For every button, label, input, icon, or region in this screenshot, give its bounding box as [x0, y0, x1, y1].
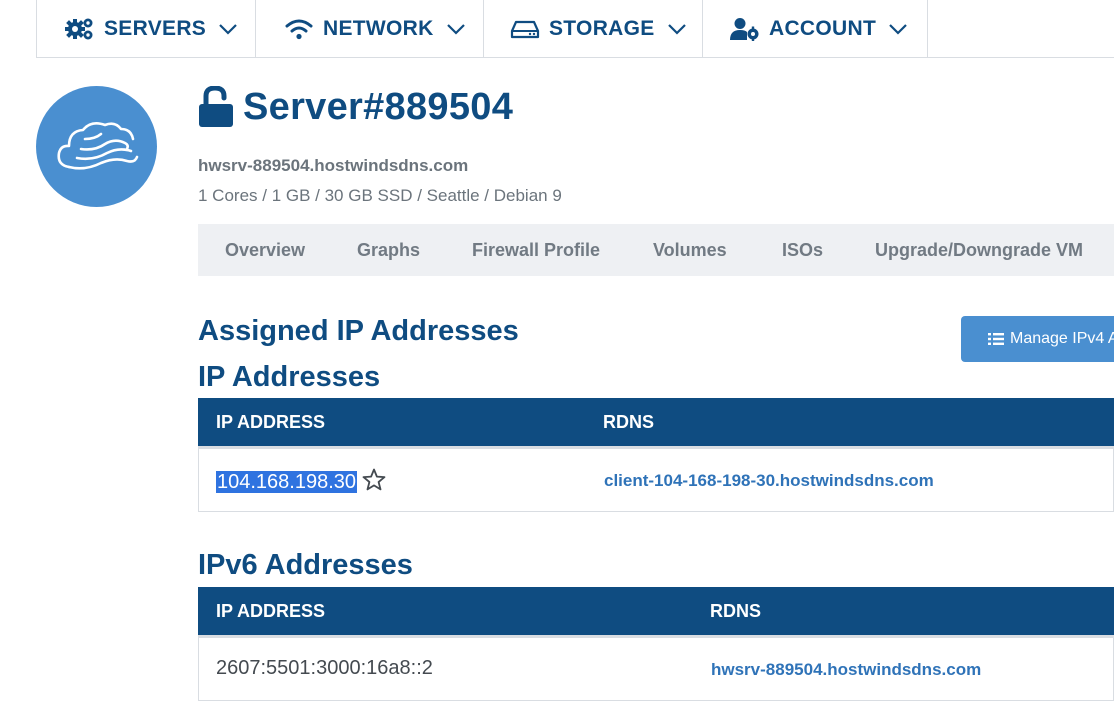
chevron-down-icon	[888, 23, 908, 35]
tab-firewall-profile[interactable]: Firewall Profile	[472, 240, 600, 261]
user-cog-icon	[730, 17, 760, 41]
top-navigation: SERVERS NETWORK STORAGE ACCOUNT	[36, 0, 1114, 58]
cloud-wind-icon	[56, 121, 138, 170]
nav-servers-label: SERVERS	[104, 16, 207, 40]
nav-network-label: NETWORK	[323, 16, 434, 40]
server-tabs: Overview Graphs Firewall Profile Volumes…	[198, 224, 1114, 276]
ipv6-table-header: IP ADDRESS RDNS	[198, 587, 1114, 635]
column-rdns: RDNS	[603, 412, 655, 432]
chevron-down-icon	[667, 23, 687, 35]
server-title-row: Server#889504	[198, 84, 513, 130]
ipv6-section-title: IPv6 Addresses	[198, 549, 413, 581]
tab-volumes[interactable]: Volumes	[653, 240, 727, 261]
unlock-icon[interactable]	[198, 86, 236, 128]
cogs-icon	[65, 17, 95, 41]
chevron-down-icon	[218, 23, 238, 35]
tab-upgrade-downgrade-vm[interactable]: Upgrade/Downgrade VM	[875, 240, 1083, 261]
table-row: 104.168.198.30 client-104-168-198-30.hos…	[198, 446, 1114, 512]
nav-servers[interactable]: SERVERS	[37, 0, 256, 57]
ipv4-table-header: IP ADDRESS RDNS	[198, 398, 1114, 446]
ip-address-cell: 104.168.198.30	[216, 468, 386, 494]
chevron-down-icon	[446, 23, 466, 35]
ipv6-table: IP ADDRESS RDNS 2607:5501:3000:16a8::2 h…	[198, 587, 1114, 701]
column-ip-address: IP ADDRESS	[216, 412, 326, 432]
manage-ipv4-button[interactable]: Manage IPv4 A	[961, 316, 1114, 362]
wifi-icon	[284, 17, 314, 41]
server-os-logo	[36, 86, 157, 207]
tab-isos[interactable]: ISOs	[782, 240, 823, 261]
rdns-link[interactable]: hwsrv-889504.hostwindsdns.com	[711, 660, 981, 680]
server-specs: 1 Cores / 1 GB / 30 GB SSD / Seattle / D…	[198, 186, 562, 205]
nav-storage[interactable]: STORAGE	[484, 0, 703, 57]
column-rdns: RDNS	[710, 601, 762, 621]
star-icon[interactable]	[362, 468, 386, 491]
ipv4-table: IP ADDRESS RDNS 104.168.198.30 client-10…	[198, 398, 1114, 512]
assigned-ip-title: Assigned IP Addresses	[198, 315, 519, 347]
ipv6-address-value[interactable]: 2607:5501:3000:16a8::2	[216, 657, 433, 680]
table-row: 2607:5501:3000:16a8::2 hwsrv-889504.host…	[198, 635, 1114, 701]
ipv4-section-title: IP Addresses	[198, 361, 381, 393]
tab-overview[interactable]: Overview	[225, 240, 305, 261]
hdd-icon	[510, 17, 540, 41]
column-ip-address: IP ADDRESS	[216, 601, 326, 621]
rdns-link[interactable]: client-104-168-198-30.hostwindsdns.com	[604, 471, 934, 491]
ip-address-value[interactable]: 104.168.198.30	[216, 471, 358, 493]
tab-graphs[interactable]: Graphs	[357, 240, 420, 261]
manage-ipv4-label: Manage IPv4 A	[1010, 330, 1114, 347]
page-title: Server#889504	[243, 85, 514, 128]
nav-account-label: ACCOUNT	[769, 16, 877, 40]
nav-account[interactable]: ACCOUNT	[703, 0, 928, 57]
nav-network[interactable]: NETWORK	[256, 0, 484, 57]
nav-storage-label: STORAGE	[549, 16, 655, 40]
server-hostname: hwsrv-889504.hostwindsdns.com	[198, 156, 469, 175]
list-icon	[988, 332, 1004, 346]
